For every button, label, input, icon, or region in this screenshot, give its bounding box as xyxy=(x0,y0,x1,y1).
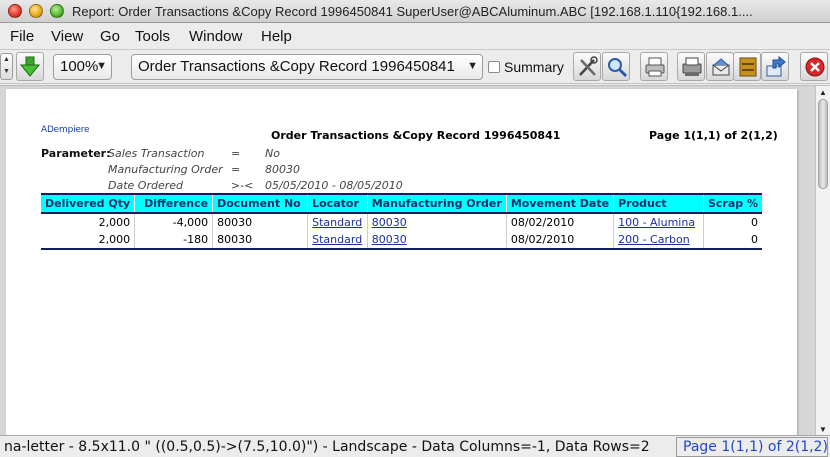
parameter-value: 05/05/2010 - 08/05/2010 xyxy=(265,179,403,192)
manufacturing-order-link[interactable]: 80030 xyxy=(372,233,407,246)
window-title: Report: Order Transactions &Copy Record … xyxy=(72,4,753,19)
zoom-value: 100% xyxy=(60,58,99,75)
customize-tools-icon xyxy=(579,56,598,76)
export-button[interactable] xyxy=(761,52,789,81)
close-window-button[interactable] xyxy=(8,4,22,18)
cell-difference: -4,000 xyxy=(134,213,213,231)
menu-view[interactable]: View xyxy=(51,28,83,45)
menu-go[interactable]: Go xyxy=(100,28,120,45)
column-header[interactable]: Difference xyxy=(134,193,213,214)
chevron-down-icon: ▼ xyxy=(96,60,107,72)
column-header[interactable]: Scrap % xyxy=(702,193,762,214)
status-bar: na-letter - 8.5x11.0 " ((0.5,0.5)->(7.5,… xyxy=(0,435,830,457)
scrollbar-thumb[interactable] xyxy=(818,99,828,189)
cell-difference: -180 xyxy=(134,231,213,250)
print-preview-button[interactable] xyxy=(677,52,705,81)
locator-link[interactable]: Standard xyxy=(312,216,362,229)
column-header[interactable]: Locator xyxy=(307,193,368,214)
parameter-operator: >-< xyxy=(231,179,254,192)
print-preview-icon xyxy=(682,57,702,76)
print-icon xyxy=(645,57,665,77)
scroll-down-icon[interactable]: ▼ xyxy=(819,425,827,434)
archive-icon xyxy=(739,57,757,77)
manufacturing-order-link[interactable]: 80030 xyxy=(372,216,407,229)
menu-help[interactable]: Help xyxy=(261,28,292,45)
product-link[interactable]: 200 - Carbon xyxy=(618,233,690,246)
send-email-icon xyxy=(712,58,730,76)
parameter-operator: = xyxy=(231,147,241,160)
menu-bar: File View Go Tools Window Help xyxy=(0,23,830,50)
report-page: ADempiere Order Transactions &Copy Recor… xyxy=(6,89,797,436)
minimize-window-button[interactable] xyxy=(29,4,43,18)
export-icon xyxy=(766,56,786,77)
column-header[interactable]: Delivered Qty xyxy=(41,193,135,214)
drill-down-arrow-icon xyxy=(20,56,40,77)
parameter-value: No xyxy=(265,147,280,160)
table-row: 2,000 -180 80030 Standard 80030 08/02/20… xyxy=(41,231,762,250)
drill-down-button[interactable] xyxy=(16,52,44,81)
column-header[interactable]: Product xyxy=(613,193,704,214)
cell-movement-date: 08/02/2010 xyxy=(505,231,614,250)
send-email-button[interactable] xyxy=(706,52,734,81)
cell-manufacturing-order: 80030 xyxy=(366,213,507,231)
vertical-scrollbar[interactable]: ▲ ▼ xyxy=(815,86,830,436)
parameter-value: 80030 xyxy=(265,163,300,176)
company-logo: ADempiere xyxy=(41,125,90,135)
cell-manufacturing-order: 80030 xyxy=(366,231,507,250)
title-bar: Report: Order Transactions &Copy Record … xyxy=(0,0,830,23)
column-header[interactable]: Document No xyxy=(212,193,308,214)
cell-scrap: 0 xyxy=(702,231,762,250)
parameter-name: Date Ordered xyxy=(108,179,183,192)
status-text: na-letter - 8.5x11.0 " ((0.5,0.5)->(7.5,… xyxy=(4,439,650,455)
checkbox-box[interactable] xyxy=(488,61,500,73)
parameter-name: Manufacturing Order xyxy=(108,163,223,176)
customize-button[interactable] xyxy=(573,52,601,81)
parameter-label: Parameter: xyxy=(41,147,111,160)
column-header[interactable]: Manufacturing Order xyxy=(366,193,507,214)
cell-product: 200 - Carbon xyxy=(613,231,704,250)
zoom-select[interactable]: 100% ▼ xyxy=(53,54,112,80)
report-page-info: Page 1(1,1) of 2(1,2) xyxy=(649,129,778,142)
report-select-value: Order Transactions &Copy Record 19964508… xyxy=(138,58,455,75)
menu-tools[interactable]: Tools xyxy=(135,28,170,45)
cell-delivered-qty: 2,000 xyxy=(41,231,135,250)
parameter-operator: = xyxy=(231,163,241,176)
locator-link[interactable]: Standard xyxy=(312,233,362,246)
menu-file[interactable]: File xyxy=(10,28,34,45)
find-magnifier-icon xyxy=(608,58,628,78)
archive-button[interactable] xyxy=(733,52,761,81)
toolbar: ▲ ▼ 100% ▼ Order Transactions &Copy Recor… xyxy=(0,50,830,84)
cell-scrap: 0 xyxy=(702,213,762,231)
find-button[interactable] xyxy=(602,52,630,81)
table-header-row: Delivered Qty Difference Document No Loc… xyxy=(41,193,762,214)
status-page-info[interactable]: Page 1(1,1) of 2(1,2) xyxy=(676,437,828,457)
table-row: 2,000 -4,000 80030 Standard 80030 08/02/… xyxy=(41,213,762,231)
summary-label: Summary xyxy=(504,59,564,75)
close-icon xyxy=(805,57,825,77)
report-viewer[interactable]: ADempiere Order Transactions &Copy Recor… xyxy=(0,85,830,436)
print-button[interactable] xyxy=(640,52,668,81)
summary-checkbox[interactable]: Summary xyxy=(488,59,564,75)
report-select[interactable]: Order Transactions &Copy Record 19964508… xyxy=(131,54,483,80)
column-header[interactable]: Movement Date xyxy=(505,193,614,214)
menu-window[interactable]: Window xyxy=(189,28,242,45)
parameter-name: Sales Transaction xyxy=(108,147,205,160)
scroll-up-icon[interactable]: ▲ xyxy=(819,88,827,97)
spinner-icon[interactable]: ▲ ▼ xyxy=(0,53,13,80)
cell-locator: Standard xyxy=(307,213,368,231)
cell-delivered-qty: 2,000 xyxy=(98,216,131,229)
close-report-button[interactable] xyxy=(800,52,828,81)
report-table: Delivered Qty Difference Document No Loc… xyxy=(41,193,762,250)
report-title: Order Transactions &Copy Record 19964508… xyxy=(271,129,561,142)
product-link[interactable]: 100 - Alumina xyxy=(618,216,695,229)
cell-locator: Standard xyxy=(307,231,368,250)
cell-movement-date: 08/02/2010 xyxy=(505,213,614,231)
cell-document-no: 80030 xyxy=(212,213,308,231)
cell-product: 100 - Alumina xyxy=(613,213,704,231)
zoom-window-button[interactable] xyxy=(50,4,64,18)
chevron-down-icon: ▼ xyxy=(467,60,478,72)
cell-document-no: 80030 xyxy=(212,231,308,250)
